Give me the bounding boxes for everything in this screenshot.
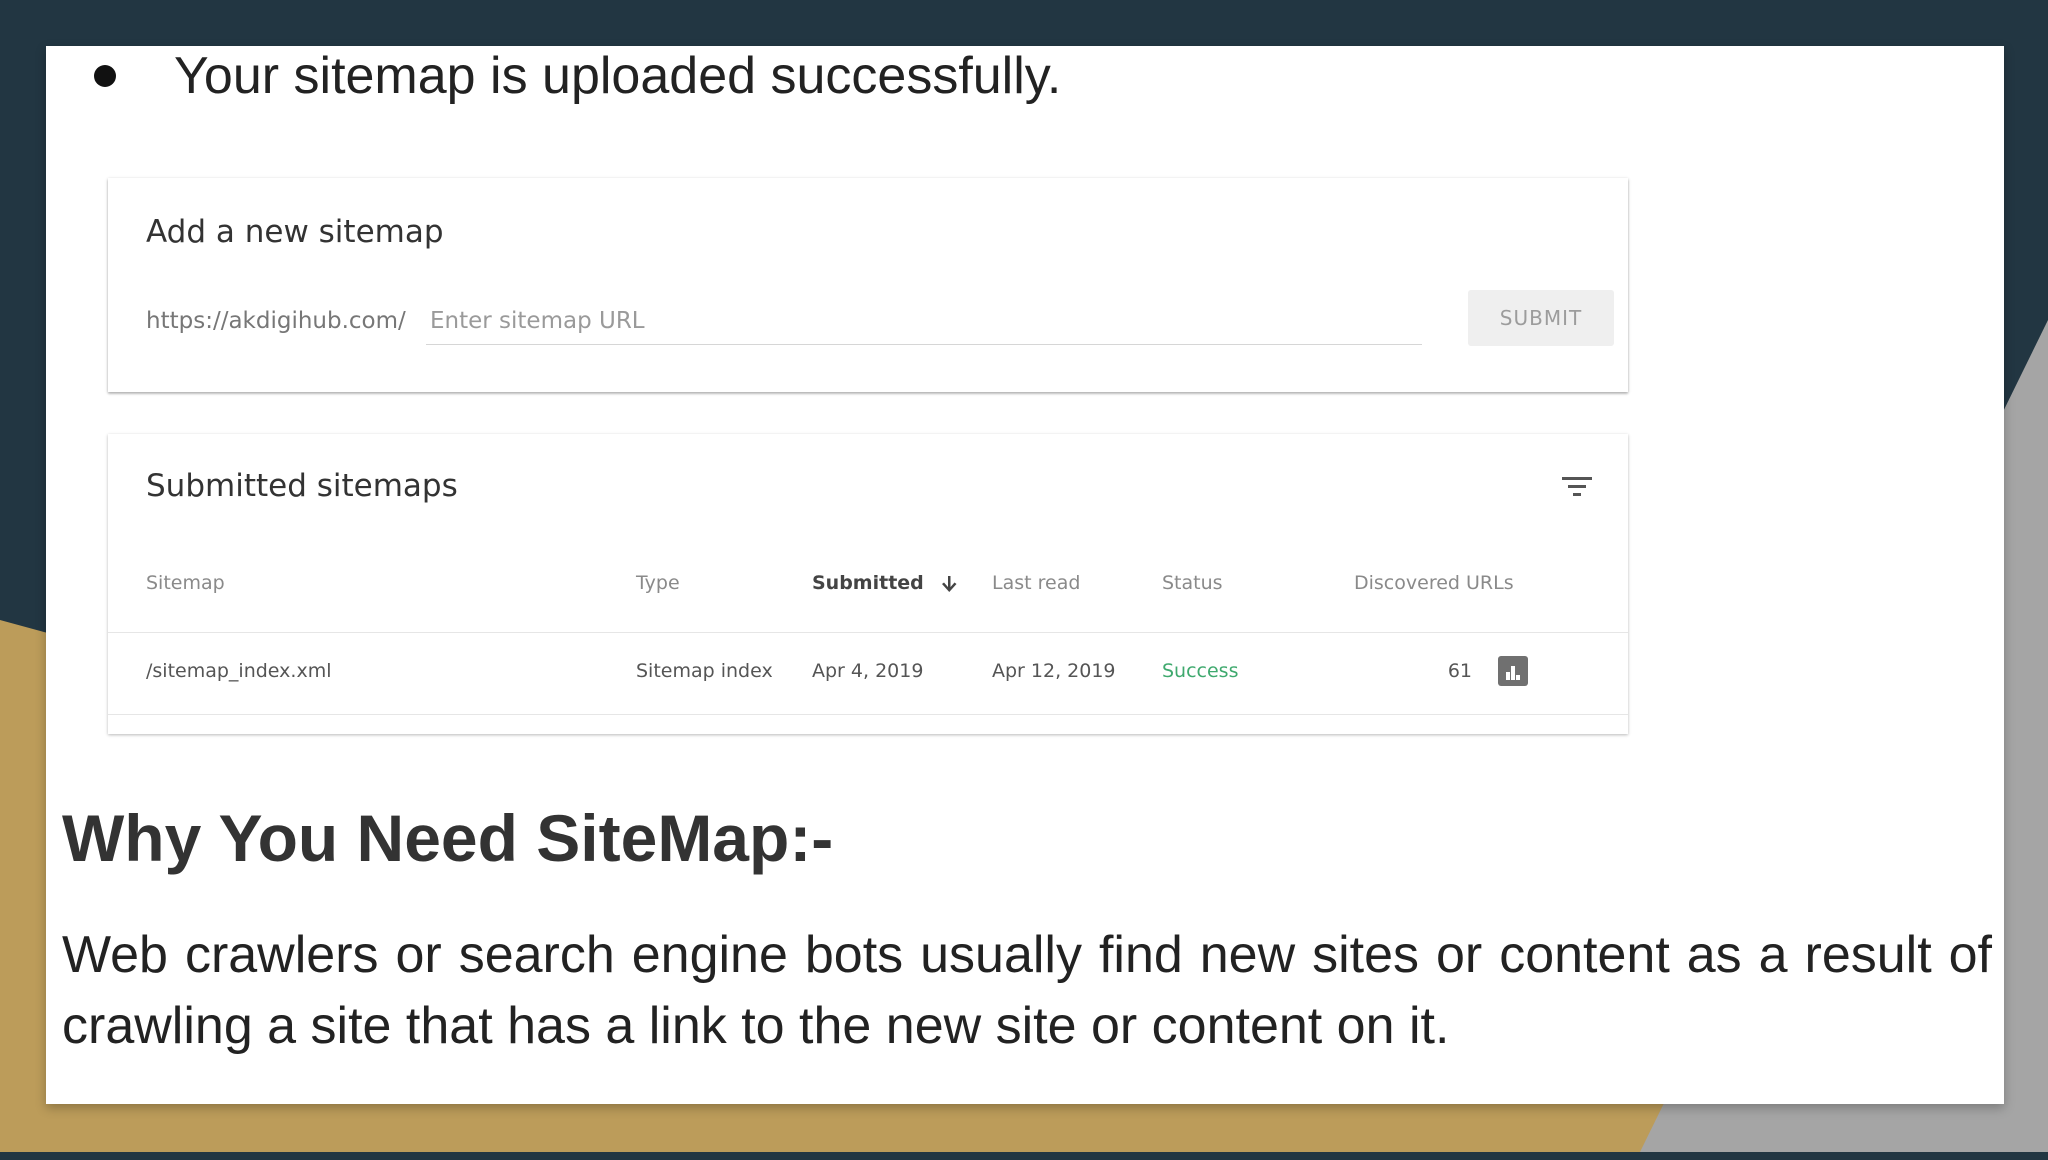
sitemap-url-input[interactable]: [426, 298, 1422, 345]
column-header-submitted-label: Submitted: [812, 572, 924, 594]
bullet-dot-icon: [94, 65, 116, 87]
cell-discovered-urls: 61: [1447, 660, 1472, 682]
add-sitemap-card: Add a new sitemap https://akdigihub.com/…: [108, 178, 1628, 392]
column-header-last-read[interactable]: Last read: [992, 572, 1080, 594]
cell-status: Success: [1162, 660, 1239, 682]
cell-submitted: Apr 4, 2019: [812, 660, 924, 682]
column-header-discovered-urls[interactable]: Discovered URLs: [1354, 572, 1514, 594]
header-divider: [108, 632, 1628, 633]
submitted-sitemaps-title: Submitted sitemaps: [146, 468, 458, 504]
section-heading: Why You Need SiteMap:-: [62, 801, 834, 875]
url-prefix: https://akdigihub.com/: [146, 308, 406, 334]
filter-icon[interactable]: [1560, 472, 1594, 502]
column-header-type[interactable]: Type: [636, 572, 680, 594]
bullet-text: Your sitemap is uploaded successfully.: [174, 47, 1062, 105]
slide: Your sitemap is uploaded successfully. A…: [46, 46, 2004, 1104]
cell-type: Sitemap index: [636, 660, 773, 682]
column-header-sitemap[interactable]: Sitemap: [146, 572, 225, 594]
cell-last-read: Apr 12, 2019: [992, 660, 1116, 682]
column-header-submitted[interactable]: Submitted: [812, 572, 958, 594]
submit-button[interactable]: SUBMIT: [1468, 290, 1614, 346]
column-header-status[interactable]: Status: [1162, 572, 1223, 594]
arrow-down-icon: [942, 575, 957, 592]
add-sitemap-title: Add a new sitemap: [146, 214, 444, 250]
bullet-item: Your sitemap is uploaded successfully.: [90, 46, 1061, 106]
row-divider: [108, 714, 1628, 715]
bar-chart-icon[interactable]: [1498, 656, 1528, 686]
search-console-screenshot: Add a new sitemap https://akdigihub.com/…: [108, 178, 1638, 778]
body-paragraph: Web crawlers or search engine bots usual…: [62, 926, 1992, 1055]
submitted-sitemaps-card: Submitted sitemaps Sitemap Type Submitte…: [108, 434, 1628, 734]
cell-sitemap: /sitemap_index.xml: [146, 660, 332, 682]
